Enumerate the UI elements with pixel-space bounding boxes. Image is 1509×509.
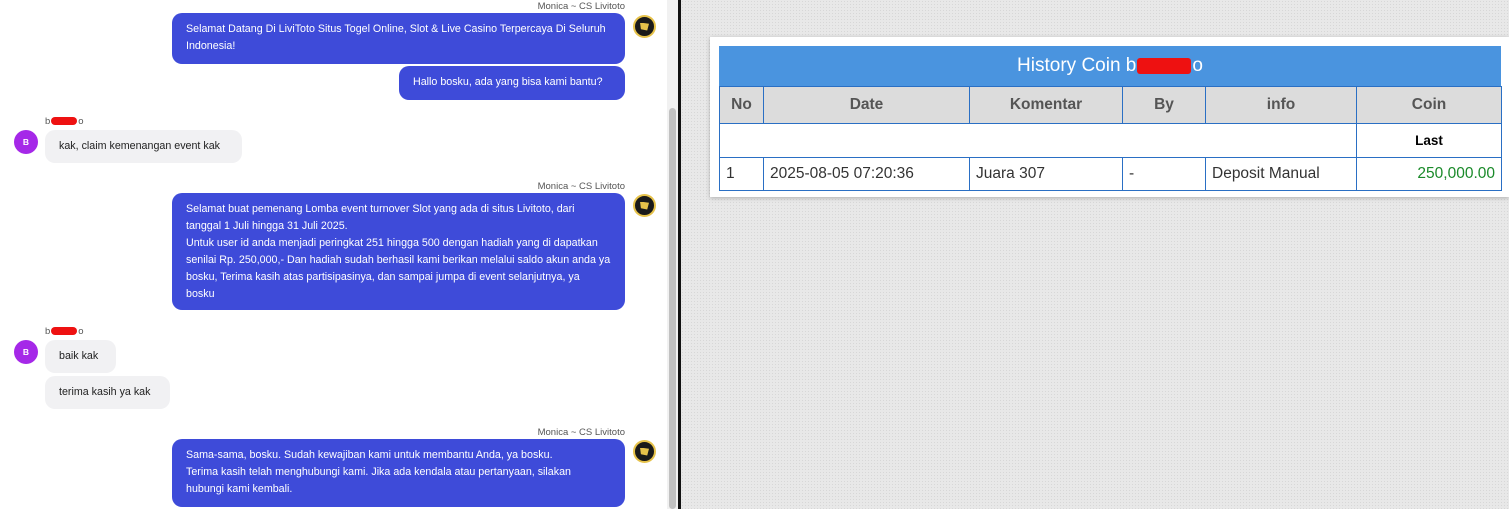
livitoto-logo-icon [633, 440, 656, 463]
user-name-label: bo [45, 116, 84, 127]
redaction-mark [1137, 58, 1192, 74]
last-balance-row: Last [719, 123, 1502, 158]
livitoto-logo-icon [633, 194, 656, 217]
column-header-coin[interactable]: Coin [1356, 86, 1502, 124]
column-header-by[interactable]: By [1122, 86, 1206, 124]
history-coin-card: History Coin bo No Date Komentar By info… [710, 37, 1509, 197]
agent-name-label: Monica ~ CS Livitoto [537, 1, 625, 12]
agent-message: Selamat Datang Di LiviToto Situs Togel O… [172, 13, 625, 64]
user-name-label: bo [45, 326, 84, 337]
agent-message: Selamat buat pemenang Lomba event turnov… [172, 193, 625, 310]
column-header-komentar[interactable]: Komentar [969, 86, 1123, 124]
redaction-mark [51, 117, 78, 126]
user-avatar: B [14, 130, 38, 154]
user-avatar: B [14, 340, 38, 364]
table-header-row: No Date Komentar By info Coin [719, 86, 1502, 124]
livitoto-logo-icon [633, 15, 656, 38]
column-header-no[interactable]: No [719, 86, 764, 124]
last-label: Last [1356, 123, 1502, 158]
cell-date: 2025-08-05 07:20:36 [763, 157, 970, 191]
user-message: baik kak [45, 340, 116, 373]
history-coin-table: No Date Komentar By info Coin Last 1 202… [719, 86, 1502, 191]
last-row-spacer [719, 123, 1357, 158]
user-message: kak, claim kemenangan event kak [45, 130, 242, 163]
history-coin-title: History Coin bo [719, 46, 1501, 86]
chat-scrollbar-thumb[interactable] [669, 108, 676, 509]
column-header-date[interactable]: Date [763, 86, 970, 124]
cell-by: - [1122, 157, 1206, 191]
cell-komentar: Juara 307 [969, 157, 1123, 191]
user-message: terima kasih ya kak [45, 376, 170, 409]
agent-name-label: Monica ~ CS Livitoto [537, 181, 625, 192]
agent-message: Sama-sama, bosku. Sudah kewajiban kami u… [172, 439, 625, 507]
cell-coin: 250,000.00 [1356, 157, 1502, 191]
chat-panel: Monica ~ CS Livitoto Selamat Datang Di L… [0, 0, 678, 509]
table-row: 1 2025-08-05 07:20:36 Juara 307 - Deposi… [719, 157, 1502, 191]
agent-name-label: Monica ~ CS Livitoto [537, 427, 625, 438]
cell-no: 1 [719, 157, 764, 191]
column-header-info[interactable]: info [1205, 86, 1357, 124]
history-panel-background: History Coin bo No Date Komentar By info… [681, 0, 1509, 509]
agent-message: Hallo bosku, ada yang bisa kami bantu? [399, 66, 625, 100]
cell-info: Deposit Manual [1205, 157, 1357, 191]
redaction-mark [51, 327, 78, 336]
